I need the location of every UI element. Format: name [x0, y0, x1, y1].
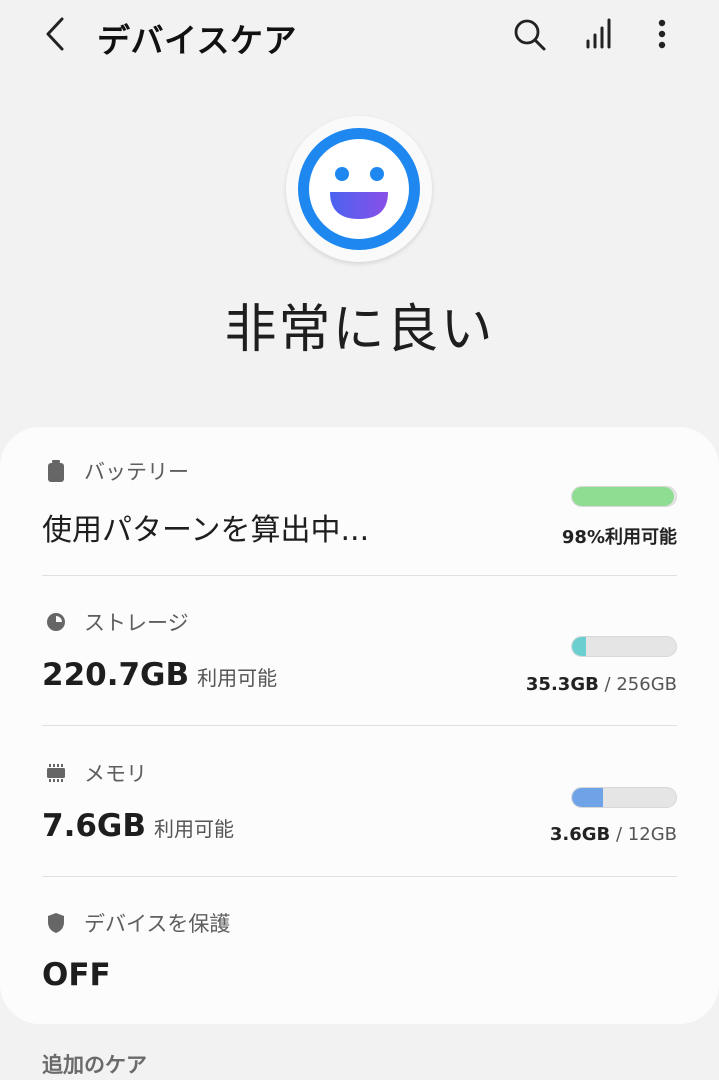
protection-section-label[interactable]: デバイスを保護 — [42, 908, 230, 938]
search-button[interactable] — [509, 14, 549, 54]
battery-value: 使用パターンを算出中... — [42, 513, 370, 548]
memory-bar — [571, 787, 677, 808]
memory-available-suffix: 利用可能 — [154, 817, 234, 841]
divider — [42, 876, 677, 877]
protection-value: OFF — [42, 957, 111, 993]
status-indicator — [286, 116, 432, 262]
battery-usage: 98%利用可能 — [561, 527, 677, 548]
storage-total: / 256GB — [604, 674, 677, 695]
battery-section-label[interactable]: バッテリー — [42, 456, 189, 486]
divider — [42, 725, 677, 726]
search-icon — [514, 19, 546, 51]
storage-available-suffix: 利用可能 — [197, 666, 278, 690]
memory-used: 3.6GB — [549, 824, 611, 845]
page-title: デバイスケア — [97, 21, 298, 60]
memory-label: メモリ — [84, 762, 147, 786]
back-button[interactable] — [36, 14, 76, 54]
memory-value: 7.6GB 利用可能 — [42, 808, 234, 844]
smiley-face-icon — [298, 128, 420, 250]
storage-section-label[interactable]: ストレージ — [42, 607, 189, 637]
signal-bars-icon — [586, 18, 611, 49]
shield-icon — [48, 913, 64, 933]
more-vert-icon — [658, 19, 666, 49]
memory-bar-fill — [572, 788, 604, 807]
storage-available: 220.7GB — [42, 657, 190, 693]
storage-bar-fill — [572, 637, 587, 656]
divider — [42, 575, 677, 576]
storage-usage: 35.3GB / 256GB — [526, 674, 677, 695]
memory-section-label[interactable]: メモリ — [42, 758, 147, 788]
protection-status: OFF — [42, 957, 111, 993]
status-label: 非常に良い — [224, 300, 495, 360]
battery-label: バッテリー — [84, 460, 189, 484]
diagnostics-button[interactable] — [580, 14, 620, 54]
memory-usage: 3.6GB / 12GB — [550, 824, 677, 845]
more-options-button[interactable] — [644, 14, 680, 54]
battery-bar — [571, 486, 677, 507]
storage-bar — [571, 636, 677, 657]
battery-icon — [48, 460, 64, 482]
protection-label: デバイスを保護 — [84, 912, 231, 936]
battery-bar-fill — [572, 487, 674, 506]
storage-value: 220.7GB 利用可能 — [42, 657, 277, 693]
storage-label: ストレージ — [84, 611, 189, 635]
top-app-bar: デバイスケア — [0, 0, 719, 72]
memory-available: 7.6GB — [42, 808, 146, 844]
memory-chip-icon — [47, 764, 65, 782]
memory-total: / 12GB — [616, 824, 677, 845]
additional-care-header: 追加のケア — [42, 1053, 147, 1077]
storage-used: 35.3GB — [525, 674, 599, 695]
back-arrow-icon — [46, 17, 64, 51]
pie-chart-icon — [47, 613, 65, 631]
